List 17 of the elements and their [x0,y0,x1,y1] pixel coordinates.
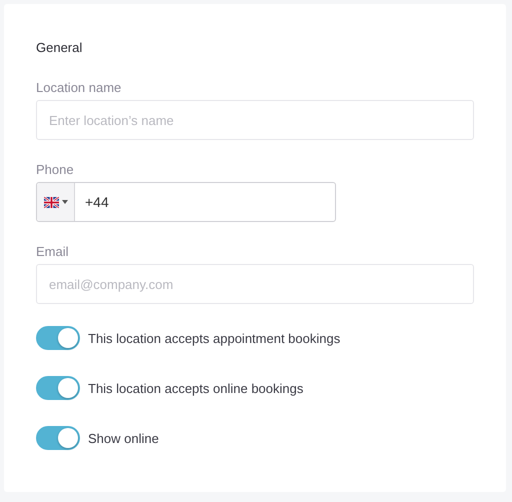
field-label: Location name [36,80,122,96]
field-label: Phone [36,162,75,178]
section-title: General [36,40,84,56]
input-field[interactable]: Enter location’s name [36,100,474,140]
toggle-switch[interactable] [36,376,80,400]
country-picker[interactable] [37,183,75,221]
toggle-label: This location accepts online bookings [88,380,304,396]
flag-icon [44,196,58,208]
toggle-label: Show online [88,430,159,446]
field-label: Email [36,244,70,260]
caret-icon [62,200,68,204]
toggle-label: This location accepts appointment bookings [88,330,340,346]
phone-value: +44 [85,194,109,210]
phone-field[interactable]: +44 [36,182,336,222]
toggle-switch[interactable] [36,426,80,450]
input-field[interactable]: email@company.com [36,264,474,304]
toggle-switch[interactable] [36,326,80,350]
